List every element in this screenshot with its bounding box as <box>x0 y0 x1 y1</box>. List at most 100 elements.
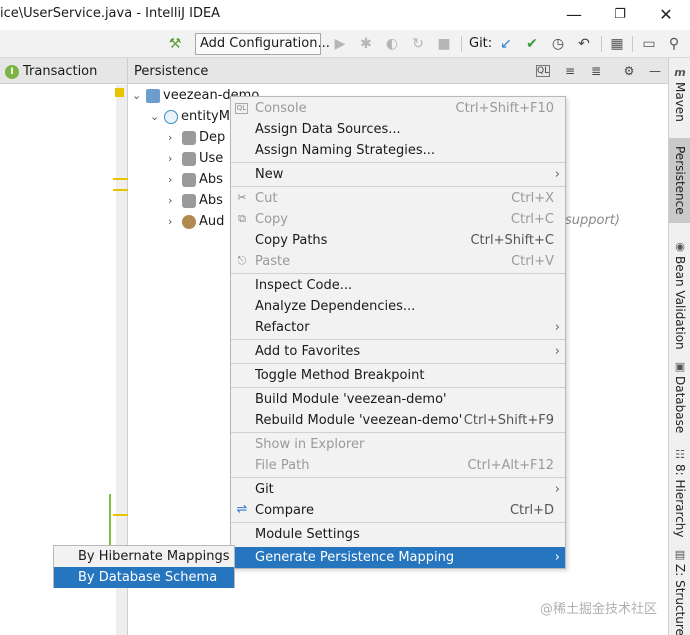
menu-item-toggle-method-breakpoint[interactable]: Toggle Method Breakpoint <box>231 365 565 386</box>
hammer-icon[interactable]: ⚒ <box>166 35 184 53</box>
menu-item-file-path[interactable]: File Path Ctrl+Alt+F12 <box>231 455 565 476</box>
menu-separator <box>231 522 565 523</box>
run-icon[interactable]: ▶ <box>331 35 349 53</box>
toolbar-separator <box>601 36 602 52</box>
tree-item-entity[interactable]: › Aud <box>168 211 224 232</box>
menu-item-refactor[interactable]: Refactor › <box>231 317 565 338</box>
tab-structure[interactable]: Z: Structure <box>669 564 690 635</box>
structure-icon: ▤ <box>674 548 686 561</box>
collapse-all-icon[interactable]: ≣ <box>588 63 604 79</box>
terminal-icon[interactable]: ▭ <box>640 35 658 53</box>
git-rollback-icon[interactable]: ↶ <box>575 35 593 53</box>
gutter-marker <box>113 178 128 180</box>
tree-item-entity[interactable]: › Abs <box>168 169 223 190</box>
tree-item-entity[interactable]: › Dep <box>168 127 225 148</box>
ql-console-icon[interactable]: QL <box>536 65 550 77</box>
tab-database[interactable]: Database <box>669 376 690 433</box>
maven-icon: m <box>674 66 686 79</box>
tree-item-label: Abs <box>199 172 223 187</box>
transaction-panel-header[interactable]: I Transaction <box>0 58 127 84</box>
entity-icon <box>182 130 196 145</box>
tree-item-persistence-unit[interactable]: ⌄ entityM <box>150 106 230 127</box>
menu-item-console[interactable]: QL Console Ctrl+Shift+F10 <box>231 98 565 119</box>
menu-item-cut[interactable]: ✂ Cut Ctrl+X <box>231 188 565 209</box>
toolbar-separator <box>632 36 633 52</box>
menu-item-paste[interactable]: ⎋ Paste Ctrl+V <box>231 251 565 272</box>
tab-persistence[interactable]: Persistence <box>669 138 690 223</box>
tree-item-label: Dep <box>199 130 226 145</box>
database-icon: ▣ <box>674 360 686 373</box>
hide-icon[interactable]: — <box>647 63 663 79</box>
chevron-right-icon: › <box>554 550 560 565</box>
menu-item-assign-naming-strategies[interactable]: Assign Naming Strategies... <box>231 140 565 161</box>
menu-item-assign-data-sources[interactable]: Assign Data Sources... <box>231 119 565 140</box>
menu-separator <box>231 339 565 340</box>
maximize-icon[interactable]: ❐ <box>606 4 634 26</box>
compare-icon: ⇌ <box>236 502 248 517</box>
watermark: @稀土掘金技术社区 <box>540 602 658 617</box>
submenu-item-by-database-schema[interactable]: By Database Schema <box>54 567 234 588</box>
gutter-marker <box>115 88 124 97</box>
gear-icon[interactable]: ⚙ <box>621 63 637 79</box>
coverage-icon[interactable]: ◐ <box>383 35 401 53</box>
menu-item-module-settings[interactable]: Module Settings <box>231 524 565 545</box>
menu-item-analyze-dependencies[interactable]: Analyze Dependencies... <box>231 296 565 317</box>
menu-item-show-in-explorer[interactable]: Show in Explorer <box>231 434 565 455</box>
menu-item-add-to-favorites[interactable]: Add to Favorites › <box>231 341 565 362</box>
tree-item-label: Aud <box>199 214 225 229</box>
menu-separator <box>231 432 565 433</box>
expand-all-icon[interactable]: ≡ <box>562 63 578 79</box>
entity-icon <box>182 172 196 187</box>
toolbar-separator <box>461 36 462 52</box>
git-label: Git: <box>469 36 493 51</box>
main-toolbar: ⚒ Add Configuration... ▶ ✱ ◐ ↻ ■ Git: ↙ … <box>0 30 690 58</box>
menu-item-compare[interactable]: ⇌ Compare Ctrl+D <box>231 500 565 521</box>
profile-icon[interactable]: ↻ <box>409 35 427 53</box>
tab-hierarchy[interactable]: 8: Hierarchy <box>669 464 690 538</box>
add-configuration-button[interactable]: Add Configuration... <box>195 33 330 55</box>
copy-icon: ⧉ <box>238 212 246 225</box>
menu-item-inspect-code[interactable]: Inspect Code... <box>231 275 565 296</box>
chevron-down-icon[interactable]: ⌄ <box>132 85 146 106</box>
project-structure-icon[interactable]: ▦ <box>608 35 626 53</box>
window-title: ice\UserService.java - IntelliJ IDEA <box>0 6 221 21</box>
chevron-right-icon[interactable]: › <box>168 190 182 211</box>
menu-item-git[interactable]: Git › <box>231 479 565 500</box>
tree-item-entity[interactable]: › Abs <box>168 190 223 211</box>
menu-item-new[interactable]: New › <box>231 164 565 185</box>
search-icon[interactable]: ⚲ <box>665 35 683 53</box>
menu-item-copy[interactable]: ⧉ Copy Ctrl+C <box>231 209 565 230</box>
entity-icon <box>182 193 196 208</box>
chevron-right-icon[interactable]: › <box>168 127 182 148</box>
gutter-marker <box>113 189 128 191</box>
minimize-icon[interactable]: — <box>560 4 588 26</box>
chevron-right-icon[interactable]: › <box>168 169 182 190</box>
git-history-icon[interactable]: ◷ <box>549 35 567 53</box>
tree-item-entity[interactable]: › Use <box>168 148 223 169</box>
console-icon: QL <box>235 103 248 114</box>
title-bar: ice\UserService.java - IntelliJ IDEA — ❐… <box>0 0 690 30</box>
menu-item-copy-paths[interactable]: Copy Paths Ctrl+Shift+C <box>231 230 565 251</box>
tab-maven[interactable]: Maven <box>669 82 690 122</box>
persistence-unit-icon <box>164 109 178 124</box>
git-commit-icon[interactable]: ✔ <box>523 35 541 53</box>
right-tool-strip: m Maven Persistence ◉ Bean Validation ▣ … <box>668 58 690 635</box>
chevron-down-icon[interactable]: ⌄ <box>150 106 164 127</box>
menu-item-generate-persistence-mapping[interactable]: Generate Persistence Mapping › <box>231 547 565 568</box>
transaction-icon: I <box>5 65 19 79</box>
menu-separator <box>231 477 565 478</box>
chevron-right-icon: › <box>554 344 560 359</box>
persistence-panel-header: Persistence QL ≡ ≣ ⚙ — <box>128 58 668 84</box>
tree-item-label: Abs <box>199 193 223 208</box>
menu-item-rebuild-module[interactable]: Rebuild Module 'veezean-demo' Ctrl+Shift+… <box>231 410 565 431</box>
menu-item-build-module[interactable]: Build Module 'veezean-demo' <box>231 389 565 410</box>
submenu-item-by-hibernate-mappings[interactable]: By Hibernate Mappings <box>54 546 234 567</box>
git-update-icon[interactable]: ↙ <box>497 35 515 53</box>
tab-bean-validation[interactable]: Bean Validation <box>669 256 690 350</box>
chevron-right-icon[interactable]: › <box>168 148 182 169</box>
chevron-right-icon[interactable]: › <box>168 211 182 232</box>
menu-separator <box>231 162 565 163</box>
stop-icon[interactable]: ■ <box>435 35 453 53</box>
close-icon[interactable]: ✕ <box>652 4 680 26</box>
debug-icon[interactable]: ✱ <box>357 35 375 53</box>
